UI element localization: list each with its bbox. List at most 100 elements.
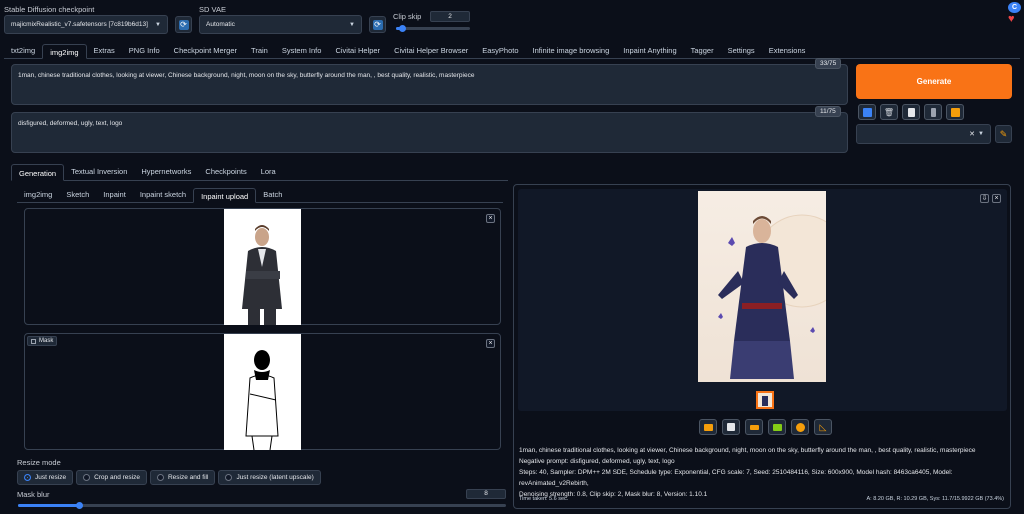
subtab-lora[interactable]: Lora [254, 163, 283, 180]
clipskip-slider-handle[interactable] [398, 25, 406, 32]
folder-icon [703, 423, 713, 431]
tab-infinite-image-browsing[interactable]: Infinite image browsing [526, 43, 617, 58]
resize-mode-radio-group: Just resize Crop and resize Resize and fil… [17, 470, 321, 485]
refresh-icon: ⟳ [372, 19, 383, 30]
info-negative: Negative prompt: disfigured, deformed, u… [519, 458, 675, 465]
close-icon[interactable]: × [486, 339, 495, 348]
save-button[interactable] [722, 419, 740, 435]
resize-option-resize-and-fill[interactable]: Resize and fill [149, 470, 216, 485]
subtab-generation[interactable]: Generation [11, 164, 65, 181]
resize-option-label: Crop and resize [94, 474, 140, 481]
extra-networks-button[interactable] [924, 104, 942, 120]
time-taken: Time taken: 5.6 sec. [519, 496, 569, 502]
clipskip-slider[interactable] [396, 25, 470, 32]
resize-option-just-resize[interactable]: Just resize [17, 470, 74, 485]
radio-icon [83, 474, 91, 481]
checkpoint-dropdown[interactable]: majicmixRealistic_v7.safetensors [7c819b… [4, 15, 168, 34]
modetab-sketch[interactable]: Sketch [59, 187, 96, 202]
chevron-down-icon: ▼ [349, 21, 355, 28]
send-to-inpaint-button[interactable] [791, 419, 809, 435]
prompt-textarea[interactable]: 1man, chinese traditional clothes, looki… [11, 64, 848, 105]
save-style-button[interactable] [946, 104, 964, 120]
tab-inpaint-anything[interactable]: Inpaint Anything [616, 43, 683, 58]
clear-icon[interactable]: ✕ [969, 130, 975, 138]
resize-option-label: Just resize [35, 474, 67, 481]
output-toolbar: ◺ [699, 419, 832, 435]
negative-prompt-text: disfigured, deformed, ugly, text, logo [18, 120, 123, 127]
output-thumbnail[interactable] [756, 391, 774, 409]
modetab-inpaint[interactable]: Inpaint [96, 187, 133, 202]
output-panel: ⇩ × ◺ 1man, chinese traditional clothes,… [513, 184, 1011, 509]
subtab-textual-inversion[interactable]: Textual Inversion [64, 163, 134, 180]
tab-extensions[interactable]: Extensions [762, 43, 813, 58]
read-params-button[interactable] [858, 104, 876, 120]
card-icon [930, 107, 936, 117]
mask-image [224, 334, 301, 450]
clipboard-button[interactable] [902, 104, 920, 120]
tab-txt2img[interactable]: txt2img [4, 43, 42, 58]
refresh-icon: ⟳ [178, 19, 189, 30]
open-folder-button[interactable] [699, 419, 717, 435]
radio-icon [24, 474, 31, 481]
modetab-inpaint-upload[interactable]: Inpaint upload [193, 188, 257, 203]
apply-style-button[interactable]: ✎ [995, 125, 1012, 143]
zip-button[interactable] [745, 419, 763, 435]
download-icon[interactable]: ⇩ [980, 194, 989, 203]
generation-info: 1man, chinese traditional clothes, looki… [519, 445, 1007, 500]
info-prompt: 1man, chinese traditional clothes, looki… [519, 447, 976, 454]
tab-civitai-helper[interactable]: Civitai Helper [328, 43, 387, 58]
tab-easyphoto[interactable]: EasyPhoto [475, 43, 525, 58]
mask-blur-number-input[interactable]: 8 [466, 489, 506, 499]
generate-button[interactable]: Generate [856, 64, 1012, 99]
prompt-text: 1man, chinese traditional clothes, looki… [18, 72, 475, 79]
modetab-inpaint-sketch[interactable]: Inpaint sketch [133, 187, 193, 202]
init-image [224, 209, 301, 325]
tab-settings[interactable]: Settings [721, 43, 762, 58]
subtab-hypernetworks[interactable]: Hypernetworks [134, 163, 198, 180]
tab-png-info[interactable]: PNG Info [122, 43, 167, 58]
mask-label-badge: Mask [27, 336, 58, 346]
image-icon [772, 423, 782, 431]
trash-button[interactable]: 🗑 [880, 104, 898, 120]
vram-usage: A: 8.20 GB, R: 10.29 GB, Sys: 11.7/15.99… [866, 496, 1004, 502]
clipskip-number-input[interactable]: 2 [430, 11, 470, 22]
tab-checkpoint-merger[interactable]: Checkpoint Merger [167, 43, 244, 58]
vae-dropdown[interactable]: Automatic ▼ [199, 15, 362, 34]
mask-blur-label: Mask blur [17, 490, 50, 499]
tab-img2img[interactable]: img2img [42, 44, 87, 59]
negative-prompt-textarea[interactable]: disfigured, deformed, ugly, text, logo [11, 112, 848, 153]
resize-option-just-resize-latent-upscale[interactable]: Just resize (latent upscale) [218, 470, 321, 485]
modetab-img2img[interactable]: img2img [17, 187, 59, 202]
tab-train[interactable]: Train [244, 43, 275, 58]
clipboard-icon [907, 107, 915, 117]
tab-civitai-helper-browser[interactable]: Civitai Helper Browser [387, 43, 475, 58]
tab-system-info[interactable]: System Info [275, 43, 329, 58]
tab-extras[interactable]: Extras [87, 43, 122, 58]
checkpoint-label: Stable Diffusion checkpoint [4, 5, 95, 14]
triangle-ruler-icon: ◺ [819, 421, 827, 432]
vae-label: SD VAE [199, 5, 226, 14]
refresh-vae-button[interactable]: ⟳ [369, 16, 386, 33]
info-params: Steps: 40, Sampler: DPM++ 2M SDE, Schedu… [519, 469, 953, 487]
close-icon[interactable]: × [992, 194, 1001, 203]
civitai-logo-icon[interactable]: C [1008, 2, 1021, 13]
send-to-extras-button[interactable]: ◺ [814, 419, 832, 435]
modetab-batch[interactable]: Batch [256, 187, 289, 202]
mask-blur-slider-fill [18, 504, 79, 507]
init-image-panel[interactable]: × [24, 208, 501, 325]
output-gallery: ⇩ × [518, 189, 1007, 411]
mask-image-panel[interactable]: Mask × [24, 333, 501, 450]
resize-option-label: Just resize (latent upscale) [236, 474, 314, 481]
tab-tagger[interactable]: Tagger [684, 43, 721, 58]
send-to-img2img-button[interactable] [768, 419, 786, 435]
heart-icon[interactable]: ♥ [1008, 13, 1015, 25]
mask-blur-slider[interactable] [18, 502, 506, 509]
radio-icon [156, 474, 164, 481]
output-image[interactable] [698, 191, 826, 382]
styles-dropdown[interactable]: ✕ ▼ [856, 124, 991, 144]
close-icon[interactable]: × [486, 214, 495, 223]
refresh-checkpoint-button[interactable]: ⟳ [175, 16, 192, 33]
resize-option-crop-and-resize[interactable]: Crop and resize [76, 470, 147, 485]
subtab-checkpoints[interactable]: Checkpoints [198, 163, 253, 180]
mask-blur-slider-handle[interactable] [76, 502, 83, 509]
